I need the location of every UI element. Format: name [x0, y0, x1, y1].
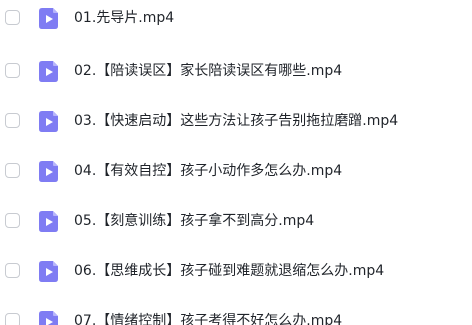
file-row[interactable]: 04.【有效自控】孩子小动作多怎么办.mp4 — [0, 157, 472, 187]
file-row[interactable]: 02.【陪读误区】家长陪读误区有哪些.mp4 — [0, 57, 472, 87]
select-checkbox[interactable] — [5, 163, 20, 178]
file-name[interactable]: 03.【快速启动】这些方法让孩子告别拖拉磨蹭.mp4 — [74, 112, 398, 130]
file-row[interactable]: 07.【情绪控制】孩子考得不好怎么办.mp4 — [0, 307, 472, 325]
select-checkbox[interactable] — [5, 313, 20, 325]
select-checkbox[interactable] — [5, 63, 20, 78]
select-checkbox[interactable] — [5, 213, 20, 228]
file-name[interactable]: 02.【陪读误区】家长陪读误区有哪些.mp4 — [74, 62, 342, 80]
video-file-icon — [39, 211, 58, 232]
video-file-icon — [39, 8, 58, 29]
file-name[interactable]: 04.【有效自控】孩子小动作多怎么办.mp4 — [74, 162, 342, 180]
file-row[interactable]: 01.先导片.mp4 — [0, 4, 472, 34]
select-checkbox[interactable] — [5, 263, 20, 278]
file-name[interactable]: 07.【情绪控制】孩子考得不好怎么办.mp4 — [74, 312, 342, 325]
video-file-icon — [39, 111, 58, 132]
select-checkbox[interactable] — [5, 10, 20, 25]
select-checkbox[interactable] — [5, 113, 20, 128]
video-file-icon — [39, 261, 58, 282]
file-list: 01.先导片.mp4 02.【陪读误区】家长陪读误区有哪些.mp4 03.【快速… — [0, 0, 472, 325]
file-name[interactable]: 06.【思维成长】孩子碰到难题就退缩怎么办.mp4 — [74, 262, 384, 280]
file-row[interactable]: 06.【思维成长】孩子碰到难题就退缩怎么办.mp4 — [0, 257, 472, 287]
file-name[interactable]: 01.先导片.mp4 — [74, 9, 174, 27]
file-row[interactable]: 05.【刻意训练】孩子拿不到高分.mp4 — [0, 207, 472, 237]
file-row[interactable]: 03.【快速启动】这些方法让孩子告别拖拉磨蹭.mp4 — [0, 107, 472, 137]
file-name[interactable]: 05.【刻意训练】孩子拿不到高分.mp4 — [74, 212, 314, 230]
video-file-icon — [39, 311, 58, 325]
video-file-icon — [39, 61, 58, 82]
video-file-icon — [39, 161, 58, 182]
